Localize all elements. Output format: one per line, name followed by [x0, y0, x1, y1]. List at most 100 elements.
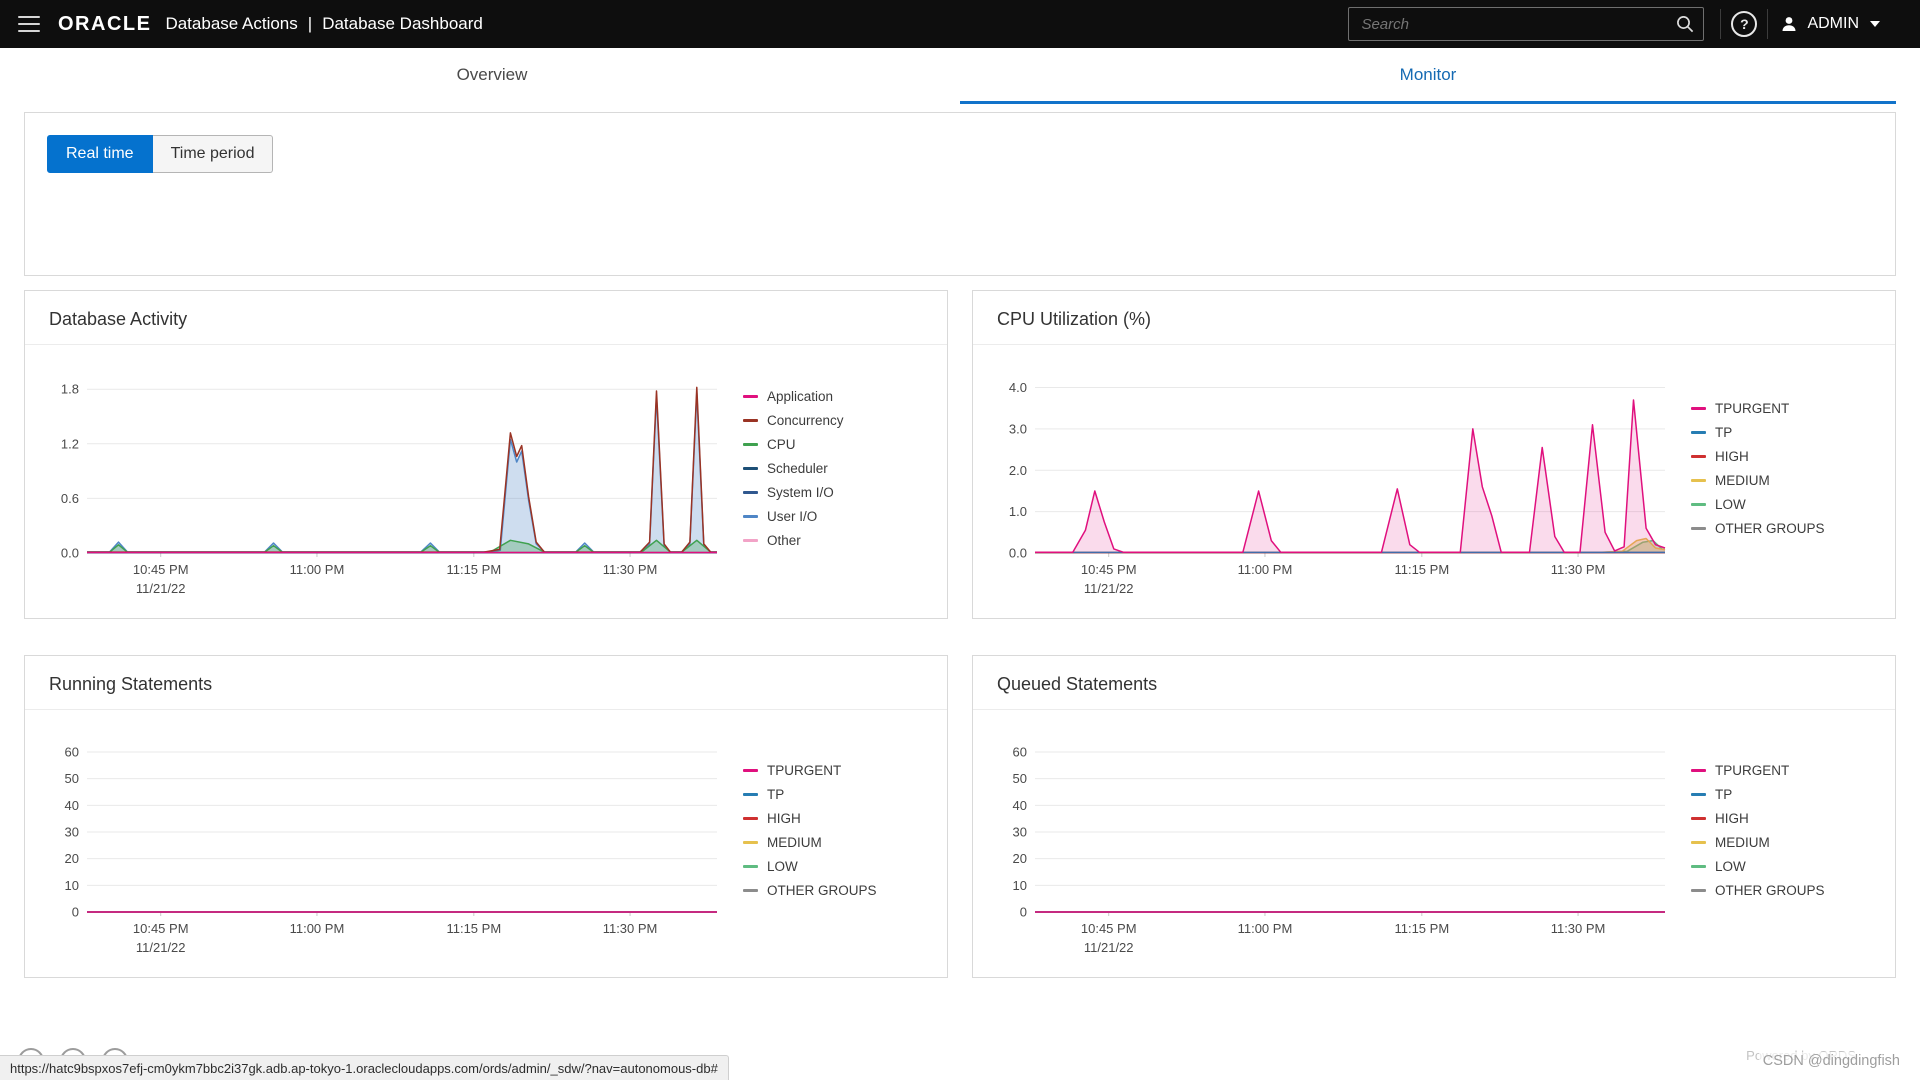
- queued-statements-chart: 0 10 20 30 40 50 60 10:45 PM 11/21/22 11:00 PM 11:…: [973, 710, 1895, 977]
- panel-title: Running Statements: [25, 656, 947, 710]
- legend-label: TPURGENT: [1715, 763, 1790, 778]
- real-time-button[interactable]: Real time: [47, 135, 153, 173]
- legend-label: MEDIUM: [1715, 835, 1770, 850]
- series-line-concurrency: [87, 386, 717, 553]
- x-tick-label: 11:30 PM: [1551, 921, 1606, 936]
- app-title: Database Actions: [165, 14, 298, 33]
- series-line-user-i-o: [87, 392, 717, 553]
- legend-item-high[interactable]: HIGH: [1691, 811, 1859, 826]
- legend-item-system-i-o[interactable]: System I/O: [743, 485, 911, 500]
- series-area-user-i-o: [87, 392, 717, 553]
- legend-label: OTHER GROUPS: [1715, 521, 1825, 536]
- x-tick-label: 10:45 PM: [1081, 921, 1137, 936]
- legend-label: Concurrency: [767, 413, 844, 428]
- user-menu[interactable]: ADMIN: [1768, 0, 1920, 48]
- legend-item-medium[interactable]: MEDIUM: [743, 835, 911, 850]
- legend-item-tp[interactable]: TP: [1691, 787, 1859, 802]
- chart-canvas: 0.0 0.6 1.2 1.8 10:45 PM 11/21/22 11:00 PM 11:1…: [61, 382, 717, 596]
- y-tick-label: 0: [1020, 905, 1027, 920]
- panel-title: CPU Utilization (%): [973, 291, 1895, 345]
- chart-legend: TPURGENT TP HIGH MEDIUM LOW OTHER GROUPS: [1675, 357, 1865, 614]
- watermark: CSDN @dingdingfish: [1758, 1052, 1904, 1070]
- hamburger-menu-button[interactable]: [18, 16, 40, 32]
- legend-label: LOW: [1715, 497, 1746, 512]
- legend-item-tp[interactable]: TP: [1691, 425, 1859, 440]
- x-tick-label: 11:30 PM: [1551, 562, 1606, 577]
- legend-label: TPURGENT: [1715, 401, 1790, 416]
- title-divider: |: [307, 14, 313, 33]
- tab-monitor[interactable]: Monitor: [960, 48, 1896, 104]
- legend-item-tpurgent[interactable]: TPURGENT: [1691, 763, 1859, 778]
- legend-item-other-groups[interactable]: OTHER GROUPS: [1691, 883, 1859, 898]
- legend-item-application[interactable]: Application: [743, 389, 911, 404]
- legend-item-medium[interactable]: MEDIUM: [1691, 835, 1859, 850]
- legend-swatch: [1691, 503, 1706, 506]
- legend-label: TP: [1715, 787, 1733, 802]
- legend-label: CPU: [767, 437, 796, 452]
- legend-item-scheduler[interactable]: Scheduler: [743, 461, 911, 476]
- database-activity-chart: 0.0 0.6 1.2 1.8 10:45 PM 11/21/22 11:00 PM 11:1…: [25, 345, 947, 618]
- series-line-medium: [1035, 537, 1666, 553]
- y-tick-label: 2.0: [1009, 463, 1027, 478]
- hamburger-icon: [18, 16, 40, 18]
- cpu-utilization-chart: 0.0 1.0 2.0 3.0 4.0 10:45 PM 11/21/22 11:00 PM 1…: [973, 345, 1895, 618]
- legend-item-other-groups[interactable]: OTHER GROUPS: [743, 883, 911, 898]
- chart-canvas: 0 10 20 30 40 50 60 10:45 PM 11/21/22 11:00 PM 11:…: [1013, 745, 1665, 955]
- dashboard-tabs: Overview Monitor: [0, 48, 1920, 104]
- oracle-logo: ORACLE: [58, 12, 152, 35]
- legend-item-low[interactable]: LOW: [1691, 497, 1859, 512]
- y-tick-label: 0.6: [61, 491, 79, 506]
- legend-swatch: [743, 817, 758, 820]
- x-tick-label: 11:00 PM: [1238, 921, 1293, 936]
- legend-swatch: [743, 889, 758, 892]
- legend-item-low[interactable]: LOW: [743, 859, 911, 874]
- y-tick-label: 1.8: [61, 382, 79, 397]
- y-tick-label: 60: [1013, 745, 1027, 760]
- legend-item-medium[interactable]: MEDIUM: [1691, 473, 1859, 488]
- legend-swatch: [1691, 889, 1706, 892]
- y-tick-label: 50: [65, 771, 79, 786]
- x-tick-label: 10:45 PM: [133, 562, 189, 577]
- search-icon[interactable]: [1675, 14, 1695, 34]
- legend-swatch: [1691, 407, 1706, 410]
- help-button[interactable]: ?: [1721, 0, 1767, 48]
- x-tick-sublabel: 11/21/22: [1084, 581, 1134, 596]
- legend-swatch: [743, 769, 758, 772]
- legend-item-tpurgent[interactable]: TPURGENT: [1691, 401, 1859, 416]
- x-tick-label: 11:15 PM: [1394, 921, 1449, 936]
- chart-plot: 0.0 0.6 1.2 1.8 10:45 PM 11/21/22 11:00 PM 11:1…: [37, 357, 727, 614]
- series-area-tpurgent: [1035, 400, 1665, 553]
- panel-queued-statements: Queued Statements 0 10 20 30 40 50 60 10:45 PM 1…: [972, 655, 1896, 978]
- chart-plot: 0.0 1.0 2.0 3.0 4.0 10:45 PM 11/21/22 11:00 PM 1…: [985, 357, 1675, 614]
- series-area-low: [1035, 540, 1665, 553]
- chart-canvas: 0.0 1.0 2.0 3.0 4.0 10:45 PM 11/21/22 11:00 PM 1…: [1009, 380, 1666, 596]
- legend-swatch: [1691, 455, 1706, 458]
- legend-item-cpu[interactable]: CPU: [743, 437, 911, 452]
- time-period-button[interactable]: Time period: [152, 135, 274, 173]
- legend-label: HIGH: [767, 811, 801, 826]
- x-tick-label: 11:00 PM: [1238, 562, 1293, 577]
- legend-label: LOW: [767, 859, 798, 874]
- legend-swatch: [743, 793, 758, 796]
- legend-item-low[interactable]: LOW: [1691, 859, 1859, 874]
- legend-label: MEDIUM: [1715, 473, 1770, 488]
- legend-item-high[interactable]: HIGH: [743, 811, 911, 826]
- legend-item-tpurgent[interactable]: TPURGENT: [743, 763, 911, 778]
- legend-swatch: [1691, 841, 1706, 844]
- chart-canvas: 0 10 20 30 40 50 60 10:45 PM 11/21/22 11:00 PM 11:…: [65, 745, 717, 955]
- x-tick-label: 11:00 PM: [290, 921, 345, 936]
- search-box: [1348, 7, 1705, 41]
- panel-title: Queued Statements: [973, 656, 1895, 710]
- x-tick-sublabel: 11/21/22: [136, 581, 186, 596]
- search-input[interactable]: [1348, 7, 1705, 41]
- legend-item-concurrency[interactable]: Concurrency: [743, 413, 911, 428]
- legend-item-tp[interactable]: TP: [743, 787, 911, 802]
- legend-label: OTHER GROUPS: [1715, 883, 1825, 898]
- legend-item-other-groups[interactable]: OTHER GROUPS: [1691, 521, 1859, 536]
- legend-label: User I/O: [767, 509, 818, 524]
- x-tick-label: 11:30 PM: [603, 562, 658, 577]
- legend-item-user-i-o[interactable]: User I/O: [743, 509, 911, 524]
- tab-overview[interactable]: Overview: [24, 48, 960, 104]
- legend-item-high[interactable]: HIGH: [1691, 449, 1859, 464]
- legend-item-other[interactable]: Other: [743, 533, 911, 548]
